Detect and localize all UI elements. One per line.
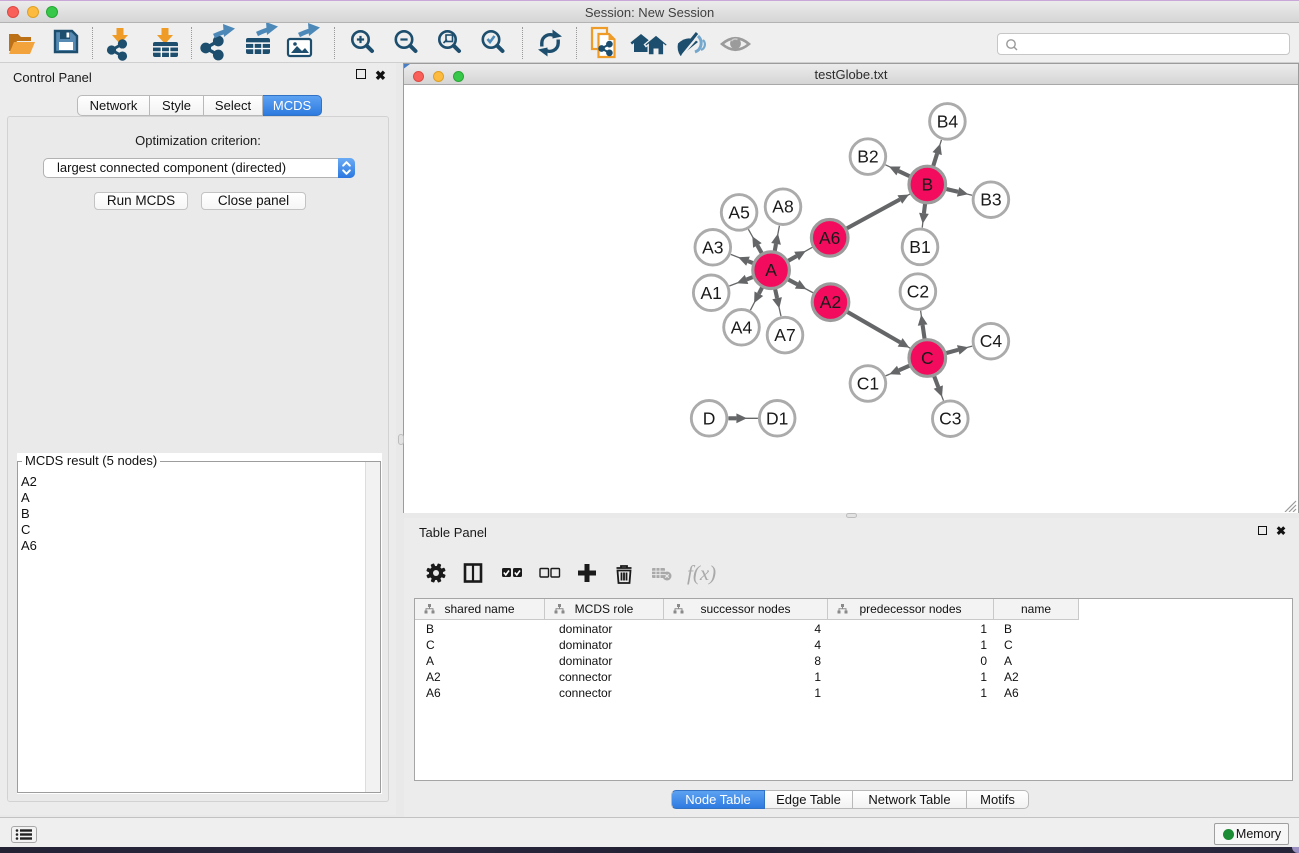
svg-text:D1: D1 [766, 408, 788, 428]
svg-text:A7: A7 [774, 325, 795, 345]
svg-text:B4: B4 [937, 111, 959, 131]
svg-text:B1: B1 [909, 237, 930, 257]
svg-text:A5: A5 [728, 202, 749, 222]
svg-text:A6: A6 [819, 228, 840, 248]
svg-text:C: C [921, 348, 934, 368]
svg-text:A: A [765, 260, 777, 280]
svg-text:A8: A8 [772, 197, 793, 217]
svg-text:C1: C1 [857, 374, 879, 394]
svg-text:A2: A2 [820, 292, 841, 312]
svg-text:A3: A3 [702, 237, 723, 257]
svg-text:B: B [921, 175, 933, 195]
svg-text:B2: B2 [857, 147, 878, 167]
svg-text:C2: C2 [907, 282, 929, 302]
svg-text:C3: C3 [939, 409, 961, 429]
svg-text:f(x): f(x) [687, 561, 716, 585]
svg-text:B3: B3 [980, 190, 1001, 210]
svg-text:A4: A4 [731, 317, 753, 337]
svg-text:C4: C4 [980, 331, 1003, 351]
svg-text:D: D [703, 408, 716, 428]
svg-text:A1: A1 [700, 283, 721, 303]
